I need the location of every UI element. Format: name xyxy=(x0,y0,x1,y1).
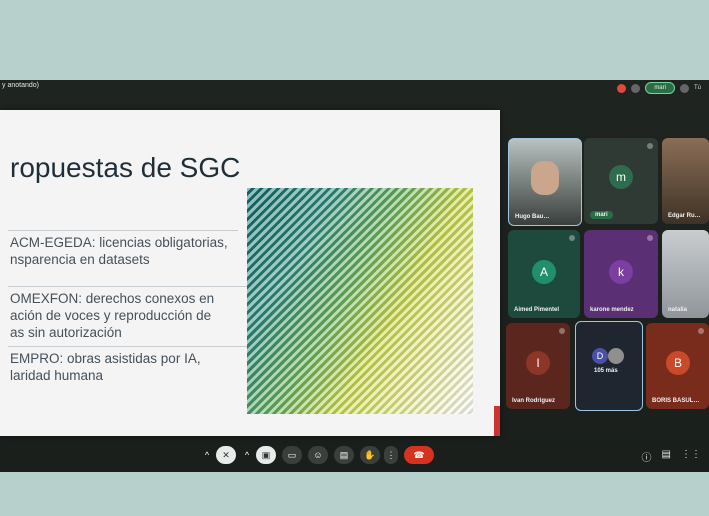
participant-avatar: I xyxy=(526,351,550,375)
participant-tile[interactable]: k karone mendez xyxy=(584,230,658,318)
participant-tile[interactable]: natalia xyxy=(662,230,709,318)
right-icons: ⓘ ▤ ⋮⋮ xyxy=(642,449,701,464)
participant-avatar-photo xyxy=(608,348,624,364)
participant-tile[interactable]: A Aimed Pimentel xyxy=(508,230,580,318)
chevron-up-icon[interactable]: ^ xyxy=(240,446,254,464)
participant-name: mari xyxy=(590,211,613,219)
self-pill[interactable]: mari xyxy=(645,82,675,94)
apps-icon[interactable]: ⋮⋮ xyxy=(681,449,701,464)
participant-face xyxy=(531,161,559,195)
mic-off-icon xyxy=(569,235,575,241)
more-count: 105 más xyxy=(594,368,618,374)
slide-bullet: ACM-EGEDA: licencias obligatorias, nspar… xyxy=(10,235,228,267)
slide-title: ropuestas de SGC xyxy=(10,152,241,183)
screen-share-icon[interactable] xyxy=(631,83,641,93)
chevron-up-icon[interactable]: ^ xyxy=(200,446,214,464)
mic-off-icon xyxy=(698,328,704,334)
raise-hand-icon[interactable]: ✋ xyxy=(360,446,380,464)
participant-tile[interactable]: I Ivan Rodriguez xyxy=(506,323,570,409)
mic-off-icon xyxy=(647,143,653,149)
participant-tile[interactable]: Hugo Bau… xyxy=(508,138,582,226)
top-controls: mari Tú xyxy=(617,82,701,94)
user-icon xyxy=(679,83,689,93)
participant-name: Aimed Pimentel xyxy=(514,307,560,313)
participant-avatar: D xyxy=(592,348,608,364)
window-title: y anotando) xyxy=(2,82,39,89)
participant-name: natalia xyxy=(668,307,688,313)
emoji-icon[interactable]: ☺ xyxy=(308,446,328,464)
participant-name: BORIS BASUL… xyxy=(652,398,700,404)
participant-name: Hugo Bau… xyxy=(515,214,550,220)
participant-avatar: A xyxy=(532,260,556,284)
captions-icon[interactable]: ▤ xyxy=(334,446,354,464)
participant-avatar: B xyxy=(666,351,690,375)
divider xyxy=(8,230,238,231)
participant-avatar: m xyxy=(609,165,633,189)
shared-slide: ropuestas de SGC ACM-EGEDA: licencias ob… xyxy=(0,110,500,436)
more-icon[interactable]: ⋮ xyxy=(384,446,398,464)
mic-off-icon xyxy=(559,328,565,334)
meeting-screen: y anotando) mari Tú ropuestas de SGC ACM… xyxy=(0,80,709,472)
mic-off-icon[interactable]: ✕ xyxy=(216,446,236,464)
present-icon[interactable]: ▭ xyxy=(282,446,302,464)
participant-tile[interactable]: Edgar Ru… xyxy=(662,138,709,224)
camera-off-icon[interactable]: ▣ xyxy=(256,446,276,464)
participant-tile[interactable]: m mari xyxy=(584,138,658,224)
participant-name: karone mendez xyxy=(590,307,634,313)
info-icon[interactable]: ⓘ xyxy=(642,449,652,464)
participant-tile[interactable]: B BORIS BASUL… xyxy=(646,323,709,409)
photo-frame: y anotando) mari Tú ropuestas de SGC ACM… xyxy=(0,0,709,516)
chat-icon[interactable]: ▤ xyxy=(662,449,671,464)
bottom-toolbar: ^ ✕ ^ ▣ ▭ ☺ ▤ ✋ ⋮ ☎ ⓘ ▤ ⋮⋮ xyxy=(0,446,709,472)
slide-bullet: OMEXFON: derechos conexos en ación de vo… xyxy=(10,291,215,340)
slide-bullet: EMPRO: obras asistidas por IA, laridad h… xyxy=(10,351,201,383)
slide-image xyxy=(247,188,473,414)
record-icon xyxy=(617,83,627,93)
divider xyxy=(8,346,258,347)
slide-accent xyxy=(494,406,500,436)
participant-name: Ivan Rodriguez xyxy=(512,398,556,404)
divider xyxy=(8,286,258,287)
more-participants-tile[interactable]: D 105 más xyxy=(575,321,643,411)
end-call-icon[interactable]: ☎ xyxy=(404,446,434,464)
participant-name: Edgar Ru… xyxy=(668,213,701,219)
participant-avatar: k xyxy=(609,260,633,284)
self-label: Tú xyxy=(693,85,701,91)
mic-off-icon xyxy=(647,235,653,241)
